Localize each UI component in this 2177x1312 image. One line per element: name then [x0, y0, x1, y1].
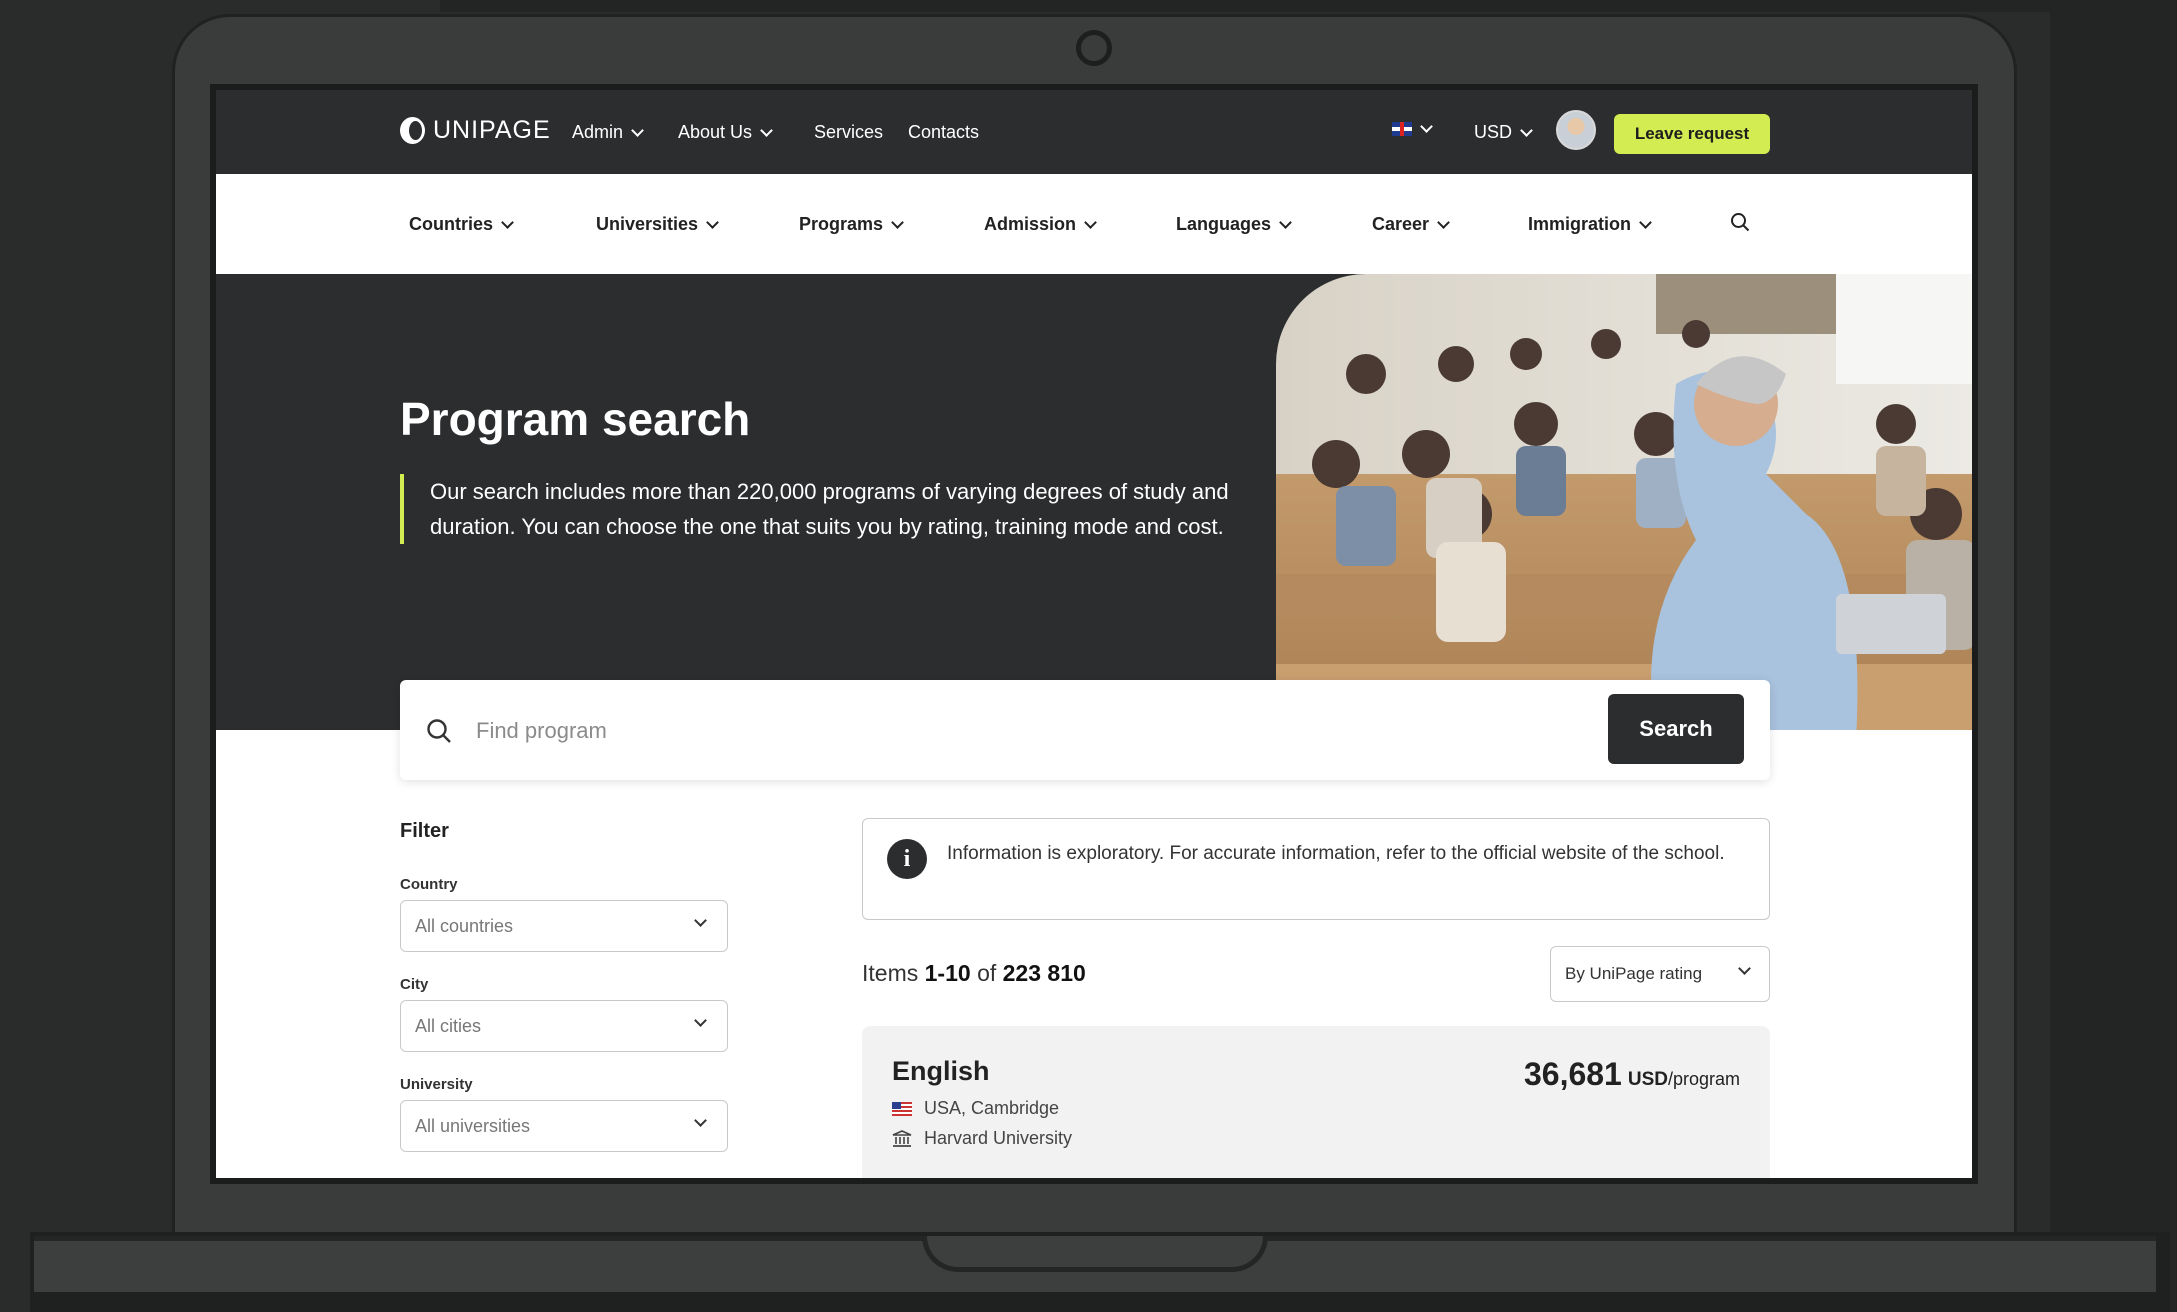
main-nav: Countries Universities Programs Admissio… [216, 174, 1972, 274]
program-location-text: USA, Cambridge [924, 1098, 1060, 1118]
mainnav-universities[interactable]: Universities [596, 214, 719, 235]
program-location: USA, Cambridge [892, 1098, 1059, 1119]
mainnav-universities-label: Universities [596, 214, 699, 234]
chevron-down-icon [760, 123, 773, 137]
leave-request-button[interactable]: Leave request [1614, 114, 1770, 154]
mainnav-admission[interactable]: Admission [984, 214, 1097, 235]
find-program-input[interactable] [474, 706, 1478, 756]
mainnav-career[interactable]: Career [1372, 214, 1450, 235]
info-notice: i Information is exploratory. For accura… [862, 818, 1770, 920]
nav-admin-label: Admin [572, 122, 624, 142]
currency-select[interactable]: USD [1474, 122, 1533, 143]
mainnav-admission-label: Admission [984, 214, 1077, 234]
mainnav-countries[interactable]: Countries [409, 214, 514, 235]
search-icon[interactable] [1730, 212, 1750, 232]
chevron-down-icon [1738, 962, 1751, 975]
mainnav-programs[interactable]: Programs [799, 214, 904, 235]
search-icon [427, 719, 451, 743]
country-label: Country [400, 876, 458, 893]
background-top [440, 0, 2100, 12]
chevron-down-icon [694, 1014, 707, 1027]
program-title[interactable]: English [892, 1056, 990, 1087]
filter-title: Filter [400, 820, 449, 842]
sort-select[interactable]: By UniPage rating [1550, 946, 1770, 1002]
sort-select-value: By UniPage rating [1565, 964, 1703, 983]
mainnav-countries-label: Countries [409, 214, 494, 234]
program-search-bar: Search [400, 680, 1770, 780]
city-select[interactable]: All cities [400, 1000, 728, 1052]
mainnav-immigration[interactable]: Immigration [1528, 214, 1652, 235]
laptop-camera [1076, 30, 1112, 66]
mainnav-immigration-label: Immigration [1528, 214, 1632, 234]
city-select-value: All cities [415, 1015, 482, 1036]
chevron-down-icon [1084, 215, 1097, 229]
price-currency: USD [1627, 1069, 1668, 1090]
country-select-value: All countries [415, 915, 514, 936]
chevron-down-icon [694, 914, 707, 927]
items-range: 1-10 [924, 960, 971, 986]
price-unit: /program [1667, 1069, 1740, 1089]
nav-about-us[interactable]: About Us [678, 122, 773, 143]
language-select[interactable] [1392, 120, 1433, 136]
university-select-value: All universities [415, 1115, 531, 1136]
chevron-down-icon [1639, 215, 1652, 229]
chevron-down-icon [1437, 215, 1450, 229]
price-value: 36,681 [1523, 1056, 1622, 1092]
mainnav-programs-label: Programs [799, 214, 884, 234]
chevron-down-icon [631, 123, 644, 137]
laptop-base-notch [922, 1236, 1268, 1272]
country-select[interactable]: All countries [400, 900, 728, 952]
items-of: of [977, 960, 997, 986]
program-university-text: Harvard University [924, 1128, 1073, 1148]
info-text: Information is exploratory. For accurate… [947, 843, 1725, 864]
university-building-icon [892, 1129, 912, 1147]
mainnav-languages-label: Languages [1176, 214, 1272, 234]
chevron-down-icon [1279, 215, 1292, 229]
mainnav-career-label: Career [1372, 214, 1430, 234]
items-total: 223 810 [1002, 960, 1086, 986]
nav-contacts[interactable]: Contacts [908, 122, 979, 143]
uk-flag-icon [1392, 122, 1412, 136]
university-select[interactable]: All universities [400, 1100, 728, 1152]
chevron-down-icon [891, 215, 904, 229]
nav-admin[interactable]: Admin [572, 122, 644, 143]
top-bar: UNIPAGE Admin About Us Services Contacts… [216, 90, 1972, 174]
items-prefix: Items [862, 960, 919, 986]
university-label: University [400, 1076, 473, 1093]
city-label: City [400, 976, 429, 993]
program-price: 36,681 USD /program [1524, 1056, 1740, 1093]
mainnav-languages[interactable]: Languages [1176, 214, 1292, 235]
us-flag-icon [892, 1101, 912, 1116]
chevron-down-icon [1420, 120, 1433, 133]
search-button[interactable]: Search [1608, 694, 1744, 764]
chevron-down-icon [694, 1114, 707, 1127]
logo-icon [400, 117, 425, 144]
nav-services-label: Services [814, 122, 884, 142]
info-icon: i [887, 839, 927, 879]
nav-services[interactable]: Services [814, 122, 883, 143]
hero-description: Our search includes more than 220,000 pr… [400, 474, 1230, 544]
nav-about-us-label: About Us [678, 122, 753, 142]
chevron-down-icon [1520, 123, 1533, 137]
currency-label: USD [1474, 122, 1513, 142]
program-card[interactable]: English 36,681 USD /program USA, Cambrid… [862, 1026, 1770, 1178]
chevron-down-icon [706, 215, 719, 229]
classroom-photo [1276, 274, 1972, 730]
page-title: Program search [400, 393, 751, 445]
browser-screen: UNIPAGE Admin About Us Services Contacts… [210, 84, 1978, 1184]
user-avatar[interactable] [1556, 110, 1596, 150]
results-count: Items 1-10 of 223 810 [862, 960, 1086, 987]
chevron-down-icon [501, 215, 514, 229]
nav-contacts-label: Contacts [908, 122, 980, 142]
unipage-logo[interactable]: UNIPAGE [400, 116, 551, 145]
program-university[interactable]: Harvard University [892, 1128, 1072, 1149]
background-right [2050, 0, 2177, 1312]
logo-text: UNIPAGE [433, 116, 551, 144]
